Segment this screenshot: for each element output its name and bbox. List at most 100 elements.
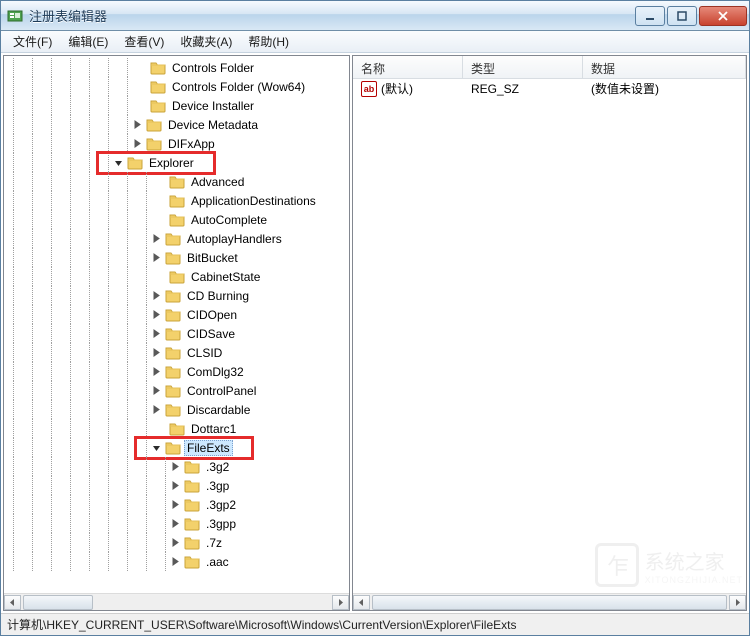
tree-node[interactable]: ApplicationDestinations	[4, 191, 349, 210]
tree-guide	[4, 476, 23, 495]
tree-node[interactable]: .3gp2	[4, 495, 349, 514]
minimize-button[interactable]	[635, 6, 665, 26]
tree-guide	[61, 77, 80, 96]
tree-guide	[61, 134, 80, 153]
tree-guide	[99, 58, 118, 77]
tree-node[interactable]: Controls Folder (Wow64)	[4, 77, 349, 96]
tree-guide	[80, 172, 99, 191]
tree-guide	[23, 324, 42, 343]
tree-node[interactable]: .3g2	[4, 457, 349, 476]
tree-scroll[interactable]: Controls FolderControls Folder (Wow64)De…	[4, 56, 349, 593]
tree-node-label: CD Burning	[184, 288, 252, 304]
tree-guide	[23, 495, 42, 514]
tree-guide	[4, 343, 23, 362]
folder-icon	[184, 497, 200, 513]
menu-file[interactable]: 文件(F)	[5, 31, 60, 52]
menu-view[interactable]: 查看(V)	[116, 31, 172, 52]
tree-guide	[80, 495, 99, 514]
values-body[interactable]: ab (默认) REG_SZ (数值未设置)	[353, 79, 746, 593]
scroll-right-button[interactable]	[729, 595, 746, 610]
tree-guide	[118, 438, 137, 457]
tree-guide	[80, 343, 99, 362]
tree-node[interactable]: Dottarc1	[4, 419, 349, 438]
value-row[interactable]: ab (默认) REG_SZ (数值未设置)	[353, 79, 746, 98]
tree-node[interactable]: .3gp	[4, 476, 349, 495]
col-name[interactable]: 名称	[353, 56, 463, 78]
tree-guide	[80, 191, 99, 210]
scroll-track[interactable]	[21, 595, 332, 610]
close-button[interactable]	[699, 6, 747, 26]
tree-guide	[23, 533, 42, 552]
tree-guide	[80, 381, 99, 400]
tree-node[interactable]: Device Installer	[4, 96, 349, 115]
tree-guide	[99, 229, 118, 248]
tree-node[interactable]: Advanced	[4, 172, 349, 191]
tree-node-label: DIFxApp	[165, 136, 218, 152]
tree-node[interactable]: CD Burning	[4, 286, 349, 305]
tree-guide	[118, 552, 137, 571]
tree-node[interactable]: .aac	[4, 552, 349, 571]
scroll-left-button[interactable]	[353, 595, 370, 610]
maximize-button[interactable]	[667, 6, 697, 26]
tree-node[interactable]: CIDOpen	[4, 305, 349, 324]
tree-node[interactable]: .3gpp	[4, 514, 349, 533]
tree-node-label: CabinetState	[188, 269, 263, 285]
menubar: 文件(F) 编辑(E) 查看(V) 收藏夹(A) 帮助(H)	[1, 31, 749, 53]
values-hscrollbar[interactable]	[353, 593, 746, 610]
tree-node-label: Discardable	[184, 402, 253, 418]
tree-guide	[118, 115, 137, 134]
tree-node[interactable]: Explorer	[4, 153, 349, 172]
tree-node-label: CLSID	[184, 345, 225, 361]
tree-guide	[4, 419, 23, 438]
titlebar[interactable]: 注册表编辑器	[1, 1, 749, 31]
tree-node[interactable]: FileExts	[4, 438, 349, 457]
scroll-thumb[interactable]	[372, 595, 727, 610]
folder-icon	[184, 554, 200, 570]
menu-help[interactable]: 帮助(H)	[240, 31, 297, 52]
tree-guide	[99, 191, 118, 210]
tree-node[interactable]: BitBucket	[4, 248, 349, 267]
tree-guide	[99, 514, 118, 533]
menu-favorites[interactable]: 收藏夹(A)	[172, 31, 240, 52]
tree-node[interactable]: ControlPanel	[4, 381, 349, 400]
menu-edit[interactable]: 编辑(E)	[60, 31, 116, 52]
tree-guide	[156, 514, 175, 533]
tree-node[interactable]: AutoComplete	[4, 210, 349, 229]
tree-guide	[61, 514, 80, 533]
tree-guide	[80, 438, 99, 457]
tree-guide	[80, 153, 99, 172]
tree-guide	[23, 552, 42, 571]
tree-guide	[61, 533, 80, 552]
scroll-track[interactable]	[370, 595, 729, 610]
tree-node[interactable]: AutoplayHandlers	[4, 229, 349, 248]
tree-node[interactable]: Device Metadata	[4, 115, 349, 134]
tree-node[interactable]: CabinetState	[4, 267, 349, 286]
tree-node[interactable]: DIFxApp	[4, 134, 349, 153]
tree-node[interactable]: Discardable	[4, 400, 349, 419]
col-type[interactable]: 类型	[463, 56, 583, 78]
tree-guide	[99, 210, 118, 229]
tree-node[interactable]: .7z	[4, 533, 349, 552]
tree-node[interactable]: CIDSave	[4, 324, 349, 343]
tree-guide	[80, 229, 99, 248]
tree-guide	[4, 191, 23, 210]
tree-guide	[4, 552, 23, 571]
tree-hscrollbar[interactable]	[4, 593, 349, 610]
scroll-right-button[interactable]	[332, 595, 349, 610]
tree-node[interactable]: ComDlg32	[4, 362, 349, 381]
tree-node[interactable]: CLSID	[4, 343, 349, 362]
scroll-thumb[interactable]	[23, 595, 93, 610]
tree-node[interactable]: Controls Folder	[4, 58, 349, 77]
tree-guide	[23, 248, 42, 267]
tree-guide	[137, 324, 156, 343]
scroll-left-button[interactable]	[4, 595, 21, 610]
folder-icon	[165, 364, 181, 380]
tree-guide	[137, 191, 156, 210]
folder-icon	[150, 98, 166, 114]
tree-guide	[4, 400, 23, 419]
tree-guide	[99, 419, 118, 438]
tree-guide	[42, 229, 61, 248]
tree-guide	[23, 438, 42, 457]
tree-guide	[80, 457, 99, 476]
col-data[interactable]: 数据	[583, 56, 746, 78]
